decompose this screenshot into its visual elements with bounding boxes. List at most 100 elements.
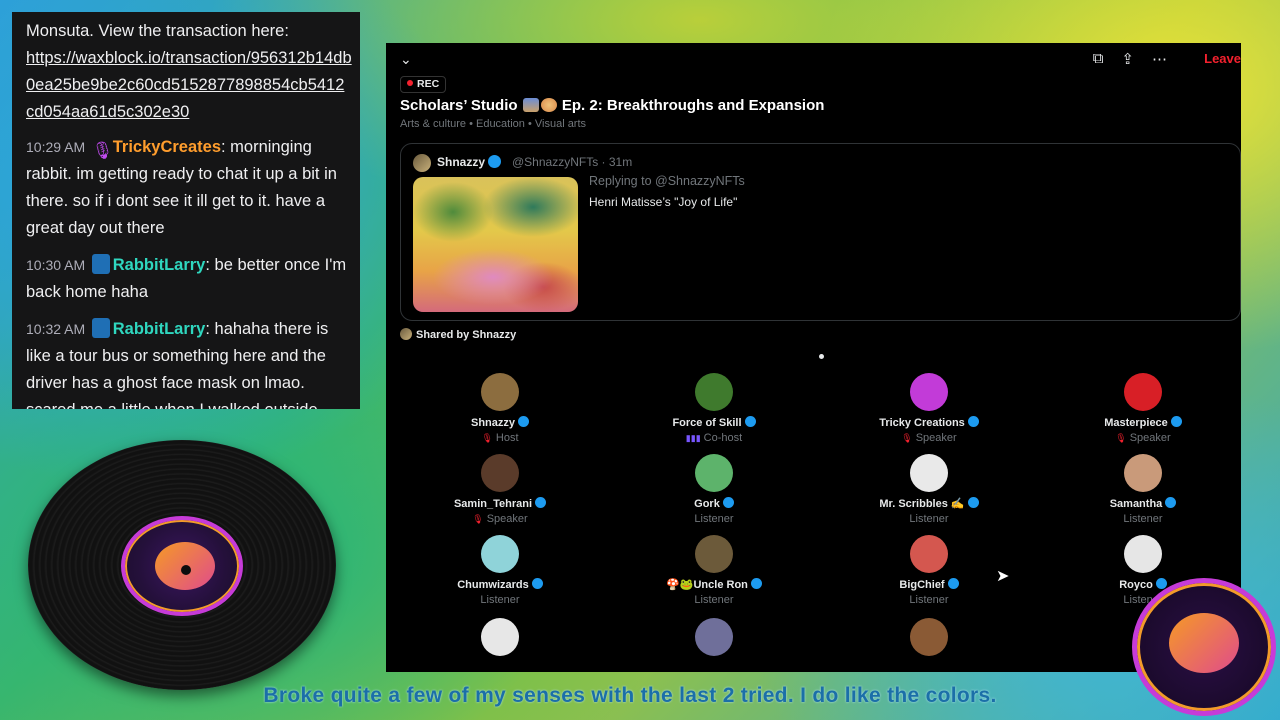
- leave-button[interactable]: Leave: [1204, 51, 1241, 66]
- more-icon[interactable]: ⋯: [1152, 50, 1167, 68]
- participant[interactable]: BigChief Listener: [839, 535, 1019, 606]
- participant[interactable]: Mr. Scribbles ✍ Listener: [839, 454, 1019, 525]
- avatar: [695, 454, 733, 492]
- tweet-reply-to: Replying to @ShnazzyNFTs: [589, 174, 745, 188]
- participant-name: Samin_Tehrani: [410, 497, 590, 510]
- avatar: [910, 618, 948, 656]
- microphone-icon: 🎙: [91, 141, 114, 160]
- participant-role: Listener: [909, 594, 949, 606]
- avatar: [481, 618, 519, 656]
- chat-username[interactable]: RabbitLarry: [113, 256, 206, 274]
- verified-icon: [531, 578, 543, 589]
- participant-partial[interactable]: [624, 618, 804, 656]
- chat-time: 10:29 AM: [26, 139, 86, 155]
- participant-name: Chumwizards: [410, 578, 590, 591]
- participant-name: Force of Skill: [624, 416, 804, 429]
- participant[interactable]: Force of Skill ▮▮▮ Co-host: [624, 373, 804, 444]
- avatar: [1124, 373, 1162, 411]
- avatar: [1124, 535, 1162, 573]
- pager-dot: [819, 354, 824, 359]
- verified-icon: [518, 416, 529, 427]
- rec-label: REC: [417, 78, 440, 90]
- participant[interactable]: Tricky Creations 🎙 Speaker: [839, 373, 1019, 444]
- tweet-image[interactable]: [413, 177, 578, 312]
- chat-username[interactable]: TrickyCreates: [113, 138, 221, 156]
- rec-badge: REC: [400, 76, 447, 93]
- avatar: [1124, 454, 1162, 492]
- transaction-link[interactable]: https://waxblock.io/transaction/956312b1…: [26, 49, 352, 121]
- shared-by: Shared by Shnazzy: [400, 328, 516, 341]
- verified-icon: [750, 578, 762, 589]
- verified-icon: [1170, 416, 1182, 427]
- tweet-body: Henri Matisse’s "Joy of Life": [589, 195, 738, 209]
- avatar: [695, 535, 733, 573]
- avatar: [910, 454, 948, 492]
- vinyl-hole: [181, 565, 191, 575]
- verified-icon: [488, 155, 502, 168]
- participant-role: 🎙 Speaker: [1115, 432, 1171, 444]
- chat-time: 10:30 AM: [26, 257, 86, 273]
- participant-name: Samantha: [1053, 497, 1233, 510]
- chat-time: 10:32 AM: [26, 321, 86, 337]
- audio-bars-icon: ▮▮▮: [685, 433, 701, 443]
- pinned-tweet[interactable]: Shnazzy @ShnazzyNFTs · 31m Replying to @…: [400, 143, 1241, 321]
- participant-role: ▮▮▮ Co-host: [685, 432, 743, 444]
- subtitle-caption: Broke quite a few of my senses with the …: [263, 684, 997, 707]
- mic-off-icon: 🎙: [901, 433, 913, 443]
- space-title: Scholars’ Studio Ep. 2: Breakthroughs an…: [400, 97, 824, 114]
- vinyl-label-logo: [121, 516, 243, 616]
- topbar-icons: ⧉ ⇪ ⋯: [1093, 50, 1167, 68]
- tweet-author: Shnazzy: [437, 155, 502, 169]
- chat-text: Monsuta. View the transaction here:: [26, 22, 289, 40]
- avatar: [695, 373, 733, 411]
- participant-role: Listener: [1123, 513, 1163, 525]
- chat-message: 10:32 AM RabbitLarry: hahaha there is li…: [26, 316, 352, 409]
- avatar: [910, 373, 948, 411]
- participant-partial[interactable]: [410, 618, 590, 656]
- avatar: [481, 535, 519, 573]
- tc-logo-icon: [1169, 613, 1239, 673]
- books-icon: [522, 98, 539, 112]
- chat-message: 10:29 AM 🎙TrickyCreates: morninging rabb…: [26, 134, 352, 242]
- tc-creations-logo: [1132, 578, 1276, 716]
- chat-message: 10:30 AM RabbitLarry: be better once I'm…: [26, 252, 352, 306]
- avatar: [910, 535, 948, 573]
- participant-role: Listener: [909, 513, 949, 525]
- palette-icon: [540, 98, 557, 112]
- mic-off-icon: 🎙: [1115, 433, 1127, 443]
- tweet-handle-time: @ShnazzyNFTs · 31m: [512, 155, 633, 169]
- participant-name: Shnazzy: [410, 416, 590, 429]
- title-part1: Scholars’ Studio: [400, 97, 518, 114]
- verified-icon: [535, 497, 547, 508]
- share-icon[interactable]: ⇪: [1121, 50, 1134, 68]
- participant-role: 🎙 Speaker: [472, 513, 528, 525]
- hammer-badge-icon: [91, 318, 110, 338]
- avatar: [481, 373, 519, 411]
- participant[interactable]: Samantha Listener: [1053, 454, 1233, 525]
- spaces-topbar: ⌄ ⧉ ⇪ ⋯ Leave: [386, 43, 1241, 73]
- participant-role: Listener: [694, 594, 734, 606]
- spaces-panel: ⌄ ⧉ ⇪ ⋯ Leave REC Scholars’ Studio Ep. 2…: [386, 43, 1241, 672]
- chevron-down-icon[interactable]: ⌄: [400, 51, 412, 68]
- verified-icon: [1165, 497, 1177, 508]
- participant[interactable]: Samin_Tehrani 🎙 Speaker: [410, 454, 590, 525]
- participant-role: Listener: [480, 594, 520, 606]
- space-categories: Arts & culture • Education • Visual arts: [400, 118, 587, 130]
- minimize-icon[interactable]: ⧉: [1093, 50, 1104, 68]
- participant-name: Tricky Creations: [839, 416, 1019, 429]
- participant-role: Listener: [694, 513, 734, 525]
- participant[interactable]: Chumwizards Listener: [410, 535, 590, 606]
- chat-username[interactable]: RabbitLarry: [113, 320, 206, 338]
- participant[interactable]: Masterpiece 🎙 Speaker: [1053, 373, 1233, 444]
- participant-partial[interactable]: [839, 618, 1019, 656]
- record-dot-icon: [407, 80, 413, 86]
- participant[interactable]: Gork Listener: [624, 454, 804, 525]
- mouse-cursor-icon: ➤: [996, 568, 1010, 585]
- chat-panel: Monsuta. View the transaction here: http…: [12, 12, 360, 409]
- participant[interactable]: Shnazzy 🎙 Host: [410, 373, 590, 444]
- mic-off-icon: 🎙: [472, 514, 484, 524]
- avatar: [413, 154, 431, 172]
- participant-name: Gork: [624, 497, 804, 510]
- participant[interactable]: 🍄🐸Uncle Ron Listener: [624, 535, 804, 606]
- verified-icon: [967, 497, 979, 508]
